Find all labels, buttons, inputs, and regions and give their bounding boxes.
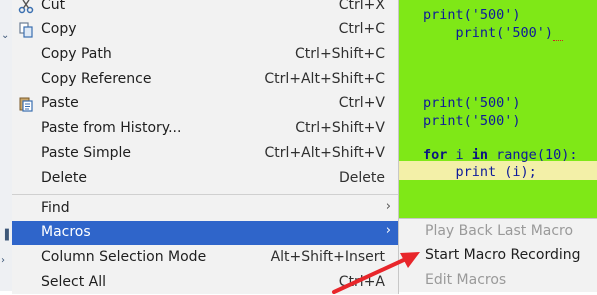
scissors-icon (18, 0, 34, 14)
chevron-right-icon: › (1, 255, 5, 266)
menu-item-label: Find (41, 200, 70, 216)
menu-item-copy-reference[interactable]: Copy Reference Ctrl+Alt+Shift+C (12, 68, 398, 92)
menu-item-label: Column Selection Mode (41, 249, 207, 265)
menu-item-shortcut: Ctrl+V (338, 95, 385, 111)
menu-item-shortcut: Ctrl+Shift+C (295, 46, 385, 62)
copy-icon (19, 22, 33, 38)
code-token: range(10): (488, 147, 578, 163)
menu-item-macros[interactable]: Macros › (12, 221, 398, 245)
menu-item-label: Copy (41, 21, 77, 37)
menu-item-find[interactable]: Find › (12, 197, 398, 221)
code-line-for: for i in range(10): (423, 146, 577, 164)
menu-item-paste-simple[interactable]: Paste Simple Ctrl+Alt+Shift+V (12, 142, 398, 166)
fold-icon: ⌄ (1, 30, 10, 41)
code-line: print('500') (423, 113, 521, 129)
menu-item-label: Cut (41, 0, 66, 13)
code-line: print('500') (423, 7, 521, 23)
submenu-item-label: Edit Macros (425, 272, 507, 288)
macros-submenu: Play Back Last Macro Start Macro Recordi… (398, 218, 597, 292)
keyword: for (423, 147, 448, 163)
code-line: print (i); (423, 164, 537, 180)
code-editor[interactable]: print('500') print('500') print('500') p… (398, 0, 597, 218)
menu-item-label: Copy Reference (41, 71, 152, 87)
menu-item-label: Delete (41, 170, 87, 186)
submenu-item-play-back-last-macro[interactable]: Play Back Last Macro (399, 220, 597, 244)
warning-squiggle (553, 36, 563, 41)
code-line: print('500') (423, 95, 521, 111)
left-gutter: ⌄ ▐ › (0, 0, 12, 291)
code-token: i (447, 147, 472, 163)
chevron-right-icon: › (385, 199, 391, 214)
menu-item-paste[interactable]: Paste Ctrl+V (12, 92, 398, 116)
menu-item-shortcut: Ctrl+Alt+Shift+C (264, 71, 385, 87)
menu-item-cut[interactable]: Cut Ctrl+X (12, 0, 398, 18)
code-line: print('500') (423, 25, 554, 41)
submenu-item-label: Play Back Last Macro (425, 223, 574, 239)
menu-item-shortcut: Delete (339, 170, 385, 186)
menu-item-label: Paste from History... (41, 120, 182, 136)
fold-icon: ▐ (1, 230, 9, 241)
chevron-right-icon: › (385, 223, 391, 238)
menu-separator (12, 194, 398, 195)
submenu-item-edit-macros[interactable]: Edit Macros (399, 269, 597, 293)
menu-item-label: Paste (41, 95, 79, 111)
annotation-arrow (332, 252, 420, 294)
menu-item-shortcut: Ctrl+X (338, 0, 385, 13)
menu-item-shortcut: Ctrl+Alt+Shift+V (264, 145, 385, 161)
paste-icon (19, 97, 33, 112)
menu-item-copy[interactable]: Copy Ctrl+C (12, 18, 398, 42)
menu-item-label: Select All (41, 274, 106, 290)
menu-item-paste-from-history[interactable]: Paste from History... Ctrl+Shift+V (12, 117, 398, 141)
submenu-item-start-macro-recording[interactable]: Start Macro Recording (399, 244, 597, 268)
submenu-item-label: Start Macro Recording (425, 247, 581, 263)
menu-item-label: Paste Simple (41, 145, 132, 161)
menu-item-shortcut: Ctrl+C (338, 21, 385, 37)
menu-item-delete[interactable]: Delete Delete (12, 167, 398, 191)
menu-item-label: Copy Path (41, 46, 112, 62)
keyword: in (471, 147, 489, 163)
menu-item-copy-path[interactable]: Copy Path Ctrl+Shift+C (12, 43, 398, 67)
menu-item-shortcut: Ctrl+Shift+V (295, 120, 385, 136)
menu-item-label: Macros (41, 224, 91, 240)
